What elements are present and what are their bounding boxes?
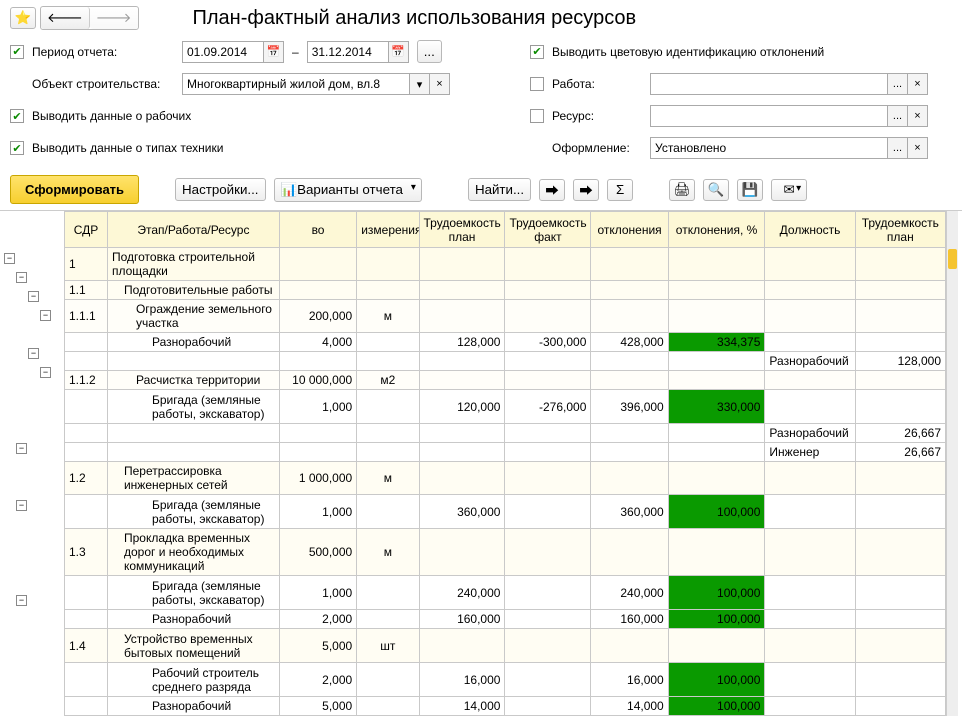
date-sep: –: [292, 45, 299, 59]
variants-button[interactable]: 📊 Варианты отчета: [274, 178, 422, 202]
tree-toggle[interactable]: −: [28, 348, 39, 359]
date-to-input[interactable]: 31.12.2014: [307, 41, 389, 63]
equipment-label: Выводить данные о типах техники: [32, 141, 223, 155]
tb-btn-save[interactable]: 💾: [737, 179, 763, 201]
tb-btn-2[interactable]: ⮕: [573, 179, 599, 201]
col-unit[interactable]: измерения: [357, 212, 419, 248]
star-icon: ⭐: [15, 10, 32, 26]
tree-toggle[interactable]: −: [16, 500, 27, 511]
period-checkbox[interactable]: [10, 45, 24, 59]
tree-toggle[interactable]: −: [28, 291, 39, 302]
calendar-icon[interactable]: 📅: [264, 41, 284, 63]
collapse-icon: ⮕: [579, 180, 592, 199]
col-devp[interactable]: отклонения, %: [668, 212, 765, 248]
vertical-scrollbar[interactable]: [946, 211, 958, 716]
find-button[interactable]: Найти...: [468, 178, 531, 201]
table-row[interactable]: Разнорабочий4,000128,000-300,000428,0003…: [65, 333, 946, 352]
more-icon[interactable]: ...: [888, 105, 908, 127]
color-dev-label: Выводить цветовую идентификацию отклонен…: [552, 45, 824, 59]
tree-column: − − − − − − − − −: [0, 211, 64, 716]
decor-input[interactable]: Установлено: [650, 137, 888, 159]
col-plan[interactable]: Трудоемкость план: [419, 212, 505, 248]
table-row[interactable]: 1.1Подготовительные работы: [65, 281, 946, 300]
table-row[interactable]: Разнорабочий2,000160,000160,000100,000: [65, 610, 946, 629]
dropdown-icon[interactable]: ▾: [410, 73, 430, 95]
period-label: Период отчета:: [32, 45, 174, 59]
print-icon: 🖨: [674, 182, 691, 198]
resource-input[interactable]: [650, 105, 888, 127]
table-row[interactable]: 1.2Перетрассировка инженерных сетей1 000…: [65, 462, 946, 495]
col-dev[interactable]: отклонения: [591, 212, 668, 248]
home-button[interactable]: ⭐: [10, 7, 36, 29]
tree-toggle[interactable]: −: [16, 595, 27, 606]
forward-button: 🡒: [90, 7, 138, 29]
more-icon[interactable]: ...: [888, 73, 908, 95]
period-picker-button[interactable]: ...: [417, 40, 442, 63]
clear-icon[interactable]: ×: [430, 73, 450, 95]
resource-label: Ресурс:: [552, 109, 642, 123]
table-row[interactable]: Бригада (земляные работы, экскаватор)1,0…: [65, 390, 946, 424]
variants-icon: 📊: [281, 182, 298, 198]
more-icon[interactable]: ...: [888, 137, 908, 159]
table-row[interactable]: 1.1.1Ограждение земельного участка200,00…: [65, 300, 946, 333]
col-sdr[interactable]: СДР: [65, 212, 108, 248]
tree-toggle[interactable]: −: [16, 443, 27, 454]
color-dev-checkbox[interactable]: [530, 45, 544, 59]
tb-btn-preview[interactable]: 🔍: [703, 179, 729, 201]
tree-toggle[interactable]: −: [40, 367, 51, 378]
col-qty[interactable]: во: [279, 212, 356, 248]
tree-toggle[interactable]: −: [16, 272, 27, 283]
tb-btn-sum[interactable]: Σ: [607, 179, 633, 201]
back-button[interactable]: 🡐: [41, 7, 90, 29]
work-label: Работа:: [552, 77, 642, 91]
table-row[interactable]: Бригада (земляные работы, экскаватор)1,0…: [65, 576, 946, 610]
tb-btn-1[interactable]: ⮕: [539, 179, 565, 201]
tb-btn-mail[interactable]: ✉: [771, 179, 807, 201]
workers-checkbox[interactable]: [10, 109, 24, 123]
table-row[interactable]: Разнорабочий128,000: [65, 352, 946, 371]
date-from-input[interactable]: 01.09.2014: [182, 41, 264, 63]
scroll-thumb[interactable]: [948, 249, 957, 269]
decor-label: Оформление:: [552, 141, 642, 155]
table-row[interactable]: 1.4Устройство временных бытовых помещени…: [65, 629, 946, 663]
table-row[interactable]: 1Подготовка строительной площадки: [65, 248, 946, 281]
col-name[interactable]: Этап/Работа/Ресурс: [107, 212, 279, 248]
clear-icon[interactable]: ×: [908, 73, 928, 95]
resource-checkbox[interactable]: [530, 109, 544, 123]
preview-icon: 🔍: [708, 182, 725, 198]
tree-toggle[interactable]: −: [4, 253, 15, 264]
col-fact[interactable]: Трудоемкость факт: [505, 212, 591, 248]
work-checkbox[interactable]: [530, 77, 544, 91]
data-grid[interactable]: СДР Этап/Работа/Ресурс во измерения Труд…: [64, 211, 946, 716]
clear-icon[interactable]: ×: [908, 137, 928, 159]
form-button[interactable]: Сформировать: [10, 175, 139, 204]
work-input[interactable]: [650, 73, 888, 95]
object-label: Объект строительства:: [32, 77, 174, 91]
page-title: План-фактный анализ использования ресурс…: [193, 7, 637, 30]
settings-button[interactable]: Настройки...: [175, 178, 265, 201]
tb-btn-print[interactable]: 🖨: [669, 179, 695, 201]
table-row[interactable]: Инженер26,667: [65, 443, 946, 462]
sigma-icon: Σ: [616, 182, 624, 197]
object-input[interactable]: Многоквартирный жилой дом, вл.8: [182, 73, 410, 95]
workers-label: Выводить данные о рабочих: [32, 109, 191, 123]
calendar-icon[interactable]: 📅: [389, 41, 409, 63]
clear-icon[interactable]: ×: [908, 105, 928, 127]
table-row[interactable]: Разнорабочий26,667: [65, 424, 946, 443]
tree-toggle[interactable]: −: [40, 310, 51, 321]
save-icon: 💾: [742, 182, 759, 198]
col-plan2[interactable]: Трудоемкость план: [855, 212, 945, 248]
table-row[interactable]: Рабочий строитель среднего разряда2,0001…: [65, 663, 946, 697]
equipment-checkbox[interactable]: [10, 141, 24, 155]
table-row[interactable]: Бригада (земляные работы, экскаватор)1,0…: [65, 495, 946, 529]
table-row[interactable]: 1.3Прокладка временных дорог и необходим…: [65, 529, 946, 576]
expand-icon: ⮕: [545, 180, 558, 199]
mail-icon: ✉: [784, 182, 795, 198]
table-row[interactable]: Разнорабочий5,00014,00014,000100,000: [65, 697, 946, 716]
col-pos[interactable]: Должность: [765, 212, 855, 248]
arrow-left-icon: 🡐: [47, 10, 83, 26]
table-row[interactable]: 1.1.2Расчистка территории10 000,000м2: [65, 371, 946, 390]
arrow-right-icon: 🡒: [96, 10, 132, 26]
